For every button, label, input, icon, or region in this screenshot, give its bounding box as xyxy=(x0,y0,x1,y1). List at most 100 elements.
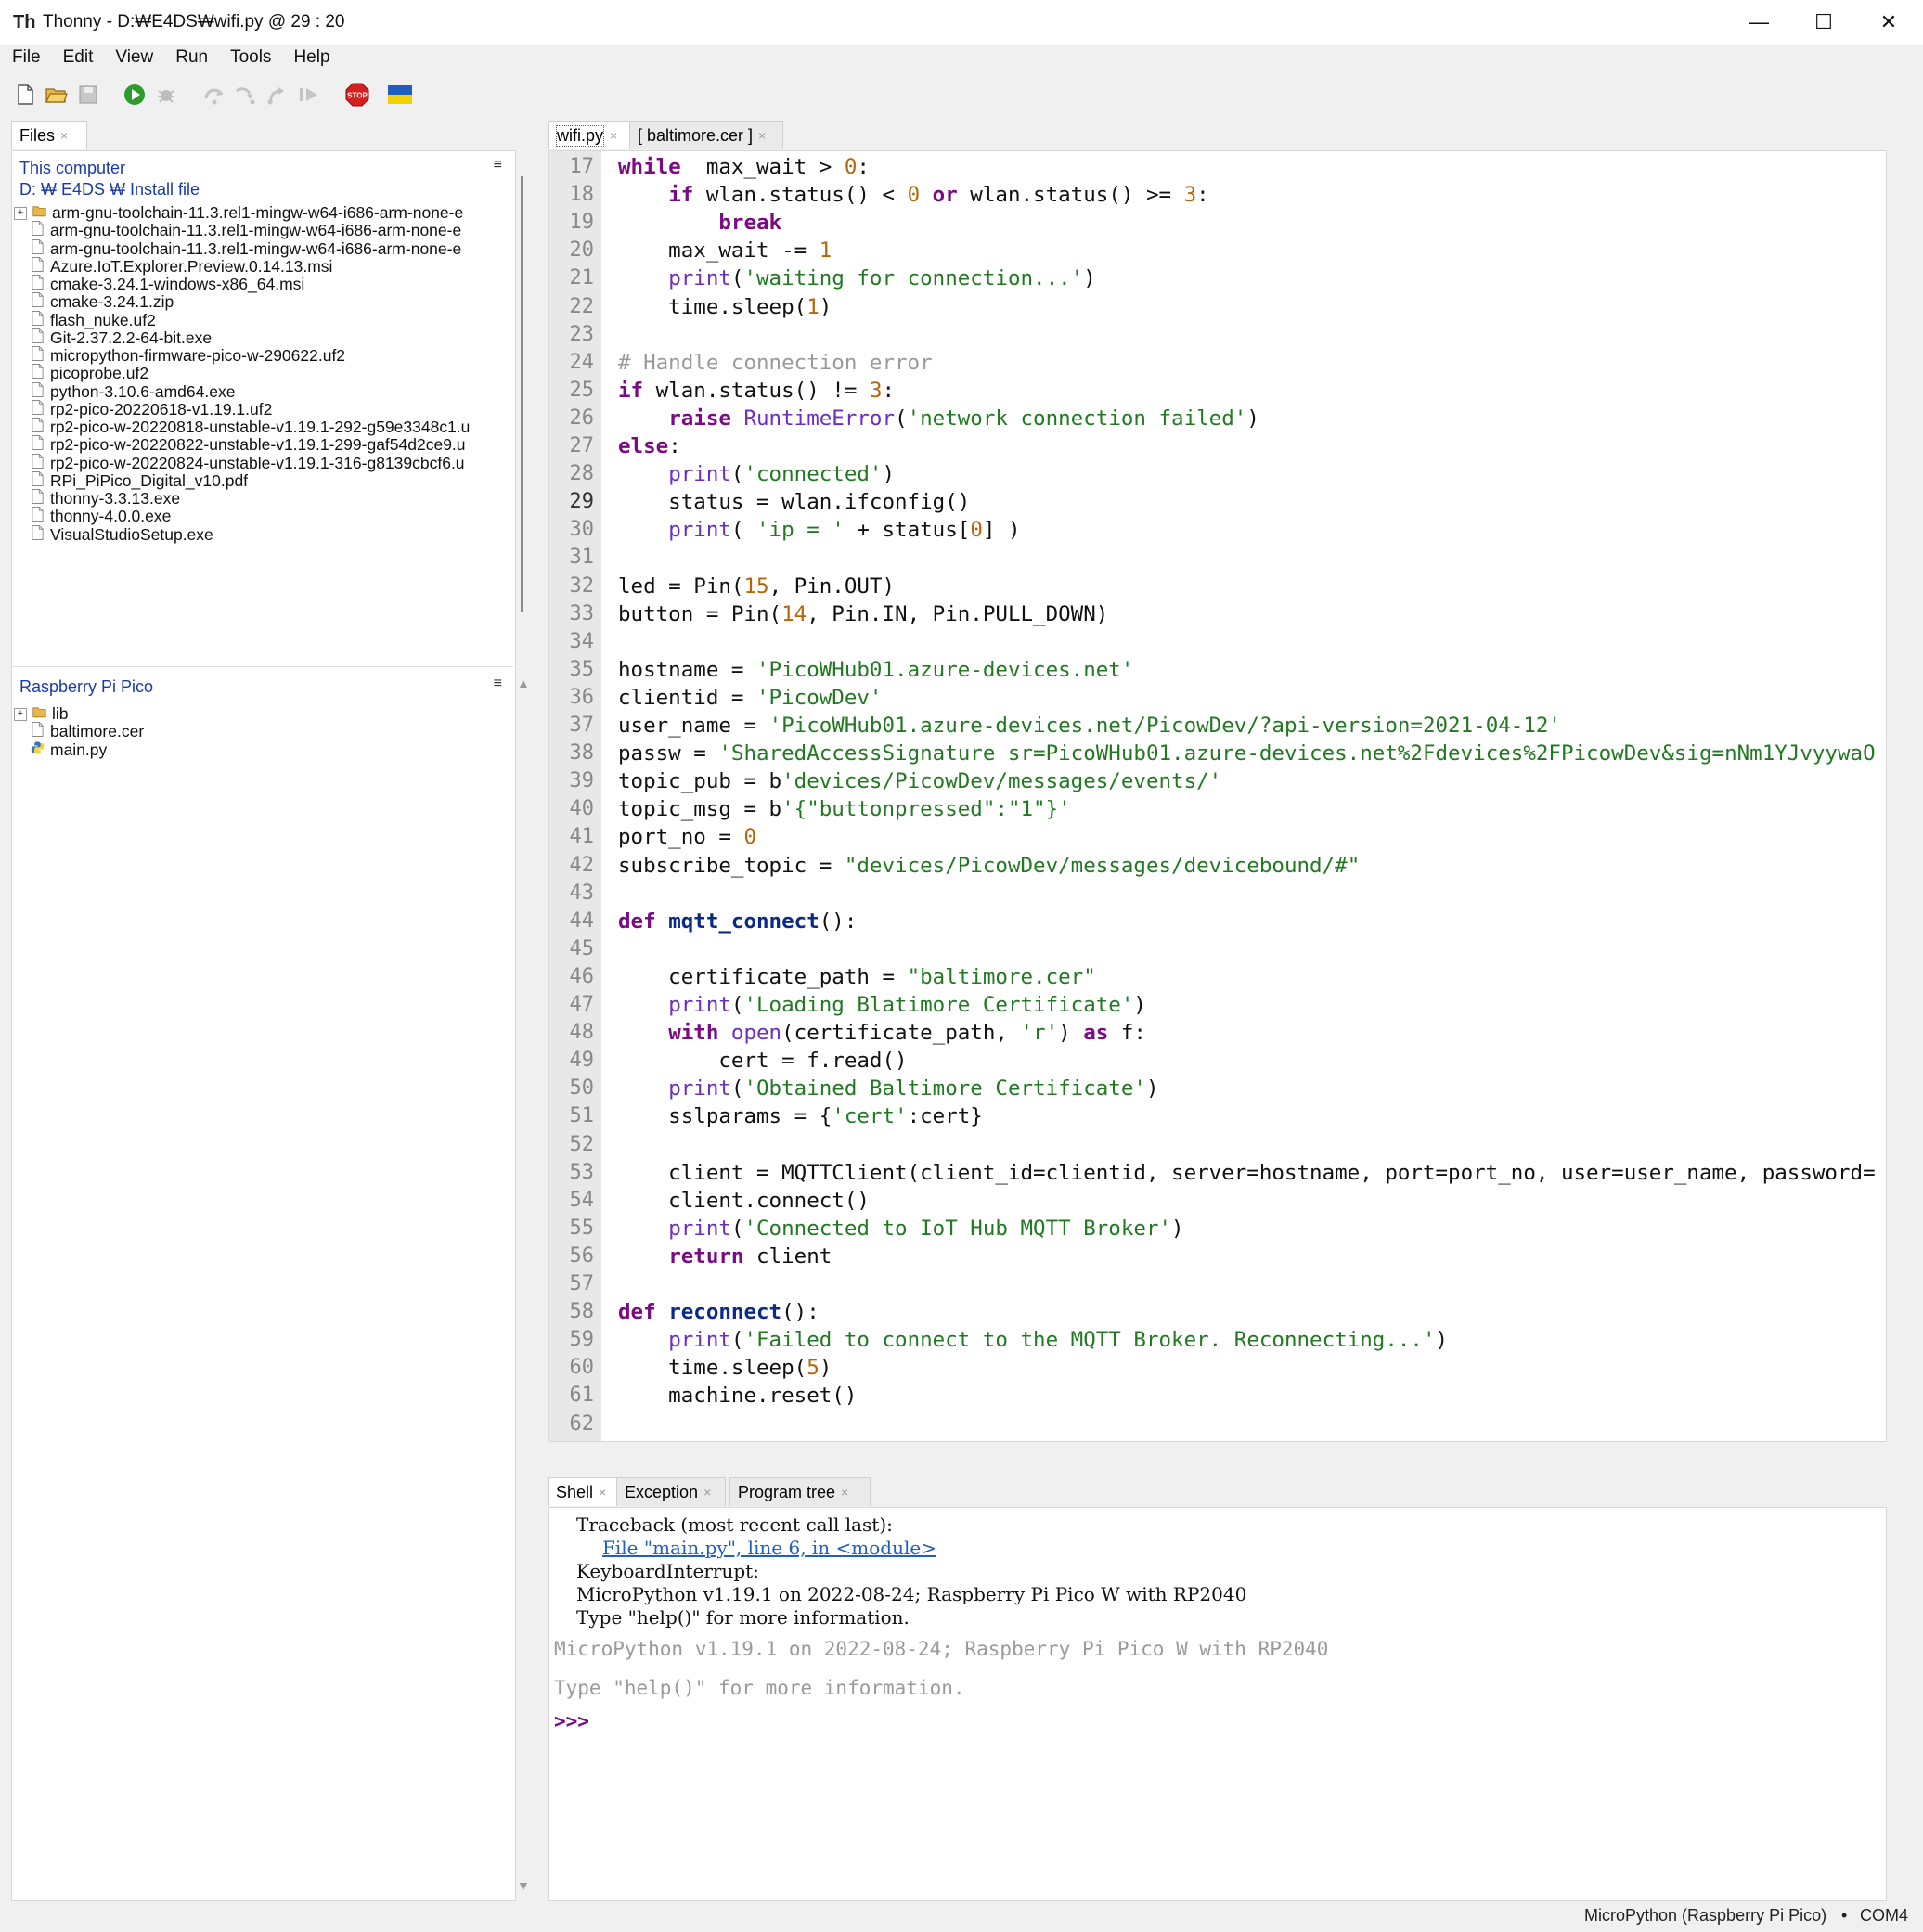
code-line: time.sleep(5) xyxy=(618,1356,832,1380)
code-token: button = Pin( xyxy=(618,601,782,626)
section-menu-icon[interactable]: ≡ xyxy=(494,157,502,174)
code-token: as xyxy=(1083,1021,1109,1046)
minimize-button[interactable]: — xyxy=(1726,0,1791,45)
open-folder-icon[interactable] xyxy=(43,81,71,109)
menu-file[interactable]: File xyxy=(0,47,51,68)
code-token: ( xyxy=(895,406,908,431)
code-token: passw = xyxy=(618,741,719,766)
shell-panel[interactable]: Traceback (most recent call last): File … xyxy=(548,1507,1887,1901)
scroll-down-icon[interactable]: ▼ xyxy=(517,1878,530,1893)
code-token: else xyxy=(618,434,669,458)
code-token: machine.reset() xyxy=(618,1384,858,1409)
section-menu-icon[interactable]: ≡ xyxy=(494,676,502,692)
this-computer-title[interactable]: This computer xyxy=(19,159,125,178)
code-line: user_name = 'PicoWHub01.azure-devices.ne… xyxy=(618,714,1561,738)
step-out-icon[interactable] xyxy=(264,81,291,109)
code-token: 0 xyxy=(907,183,921,208)
shell-output-line: Type "help()" for more information. xyxy=(576,1606,910,1629)
maximize-button[interactable]: ☐ xyxy=(1791,0,1856,45)
save-icon[interactable] xyxy=(74,81,102,109)
scroll-up-icon[interactable]: ▲ xyxy=(517,676,530,690)
close-icon[interactable]: × xyxy=(610,128,617,143)
code-token: ( xyxy=(730,518,757,543)
line-number: 49 xyxy=(569,1049,595,1073)
close-icon[interactable]: × xyxy=(841,1485,848,1500)
menu-run[interactable]: Run xyxy=(163,47,218,68)
interpreter-selector[interactable]: MicroPython (Raspberry Pi Pico) xyxy=(1584,1906,1826,1926)
code-token: + status[ xyxy=(844,518,971,543)
code-token: ( xyxy=(730,1076,744,1101)
code-token: max_wait -= xyxy=(618,238,820,264)
code-line: client = MQTTClient(client_id=clientid, … xyxy=(618,1161,1875,1185)
stop-icon-label: STOP xyxy=(347,92,368,100)
line-number: 53 xyxy=(569,1160,595,1184)
code-line: def mqtt_connect(): xyxy=(618,909,857,934)
line-number: 57 xyxy=(569,1272,595,1295)
raspberry-pi-pico-title[interactable]: Raspberry Pi Pico xyxy=(19,677,153,697)
code-token: client.connect() xyxy=(618,1188,870,1213)
code-token: 5 xyxy=(807,1356,820,1381)
line-number: 60 xyxy=(569,1356,595,1380)
stop-icon[interactable]: STOP xyxy=(343,81,371,109)
expand-icon[interactable]: + xyxy=(14,206,27,220)
close-icon[interactable]: × xyxy=(703,1485,711,1500)
line-number: 43 xyxy=(569,881,595,905)
ukraine-flag-icon[interactable] xyxy=(386,81,414,109)
code-token: , Pin.OUT) xyxy=(768,573,896,599)
menu-edit[interactable]: Edit xyxy=(51,47,104,68)
code-token: 'r' xyxy=(1020,1021,1059,1046)
line-number: 47 xyxy=(569,993,595,1016)
tab-baltimore-cer[interactable]: [ baltimore.cer ] × xyxy=(629,121,783,149)
close-icon[interactable]: × xyxy=(758,128,766,143)
code-token: user_name = xyxy=(618,714,769,738)
shell-traceback-link[interactable]: File "main.py", line 6, in <module> xyxy=(602,1537,936,1559)
tab-files[interactable]: Files × xyxy=(11,121,87,149)
menu-help[interactable]: Help xyxy=(281,47,340,68)
code-token: ( xyxy=(730,462,744,487)
code-token: "baltimore.cer" xyxy=(907,964,1096,989)
new-file-icon[interactable] xyxy=(11,81,39,109)
code-token: 3 xyxy=(1183,183,1197,208)
tab-exception[interactable]: Exception × xyxy=(616,1477,726,1506)
port-label[interactable]: COM4 xyxy=(1860,1906,1908,1926)
current-path-breadcrumb[interactable]: D: ₩ E4DS ₩ Install file xyxy=(19,180,200,200)
code-token: hostname = xyxy=(618,657,757,682)
shell-prompt[interactable]: >>> xyxy=(554,1710,589,1732)
menu-tools[interactable]: Tools xyxy=(218,47,281,68)
code-line: cert = f.read() xyxy=(618,1049,907,1073)
tab-wifi-py[interactable]: wifi.py × xyxy=(548,121,633,149)
code-token: 'cert' xyxy=(832,1104,908,1129)
line-number: 50 xyxy=(569,1076,595,1101)
close-button[interactable]: ✕ xyxy=(1856,0,1921,45)
run-icon[interactable] xyxy=(121,81,148,109)
tab-wifi-py-label: wifi.py xyxy=(556,124,605,147)
code-line: status = wlan.ifconfig() xyxy=(618,490,970,514)
debug-icon[interactable] xyxy=(152,81,180,109)
tab-shell[interactable]: Shell × xyxy=(548,1477,624,1506)
close-icon[interactable]: × xyxy=(599,1485,606,1500)
line-number: 34 xyxy=(569,629,595,653)
code-line: time.sleep(1) xyxy=(618,295,832,319)
expand-icon[interactable]: + xyxy=(14,707,27,721)
code-token: while xyxy=(618,155,681,179)
code-token: 15 xyxy=(743,573,769,599)
close-icon[interactable]: × xyxy=(60,128,68,143)
code-token: open xyxy=(730,1021,782,1046)
code-editor[interactable]: 17 18 19 20 21 22 23 24 25 26 27 28 29 30 31 32 33 34 35 36… xyxy=(548,150,1887,1442)
toolbar: STOP xyxy=(0,74,1923,115)
file-item[interactable]: VisualStudioSetup.exe xyxy=(12,523,213,547)
step-into-icon[interactable] xyxy=(232,81,260,109)
files-scrollbar[interactable] xyxy=(521,176,523,612)
step-over-icon[interactable] xyxy=(200,81,228,109)
line-number: 33 xyxy=(569,601,595,625)
resume-icon[interactable] xyxy=(295,81,323,109)
tab-program-tree-label: Program tree xyxy=(738,1482,836,1501)
menu-view[interactable]: View xyxy=(103,47,163,68)
tab-program-tree[interactable]: Program tree × xyxy=(729,1477,871,1506)
file-item[interactable]: main.py xyxy=(12,739,107,762)
line-number: 39 xyxy=(569,769,595,793)
